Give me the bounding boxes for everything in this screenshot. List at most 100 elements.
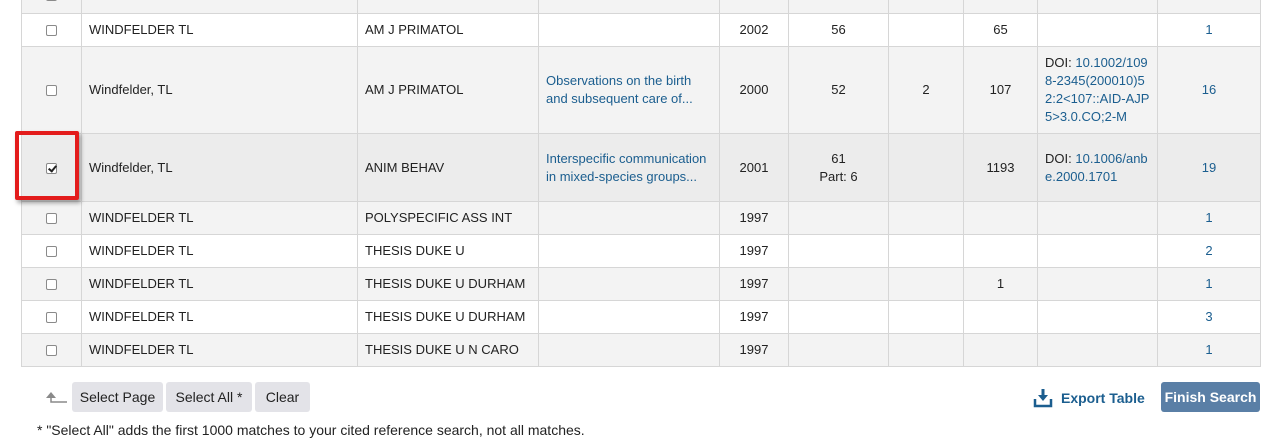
page-cell	[963, 333, 1038, 367]
page-cell	[963, 234, 1038, 268]
year-cell: 2000	[719, 46, 789, 134]
title-link[interactable]: Interspecific communication in mixed-spe…	[546, 151, 706, 184]
row-checkbox[interactable]	[46, 85, 57, 97]
part: Part: 6	[819, 168, 858, 184]
cited-author-cell	[81, 0, 358, 14]
cited-work: THESIS DUKE U	[365, 243, 465, 258]
cited-work-cell: AM J PRIMATOL	[357, 46, 539, 134]
cited-author: WINDFELDER TL	[89, 309, 194, 324]
page: 107	[989, 82, 1012, 97]
row-select-cell	[21, 13, 82, 47]
issue-cell	[888, 13, 964, 47]
volume-cell	[788, 201, 889, 235]
issue-cell	[888, 267, 964, 301]
row-checkbox[interactable]	[46, 213, 57, 225]
year-cell: 1997	[719, 201, 789, 235]
identifier-cell	[1037, 234, 1158, 268]
year: 2002	[739, 22, 769, 37]
page-cell	[963, 0, 1038, 14]
table-row: WINDFELDER TL THESIS DUKE U DURHAM 1997 1 1	[21, 267, 1261, 301]
title-cell	[538, 234, 720, 268]
issue-cell	[888, 201, 964, 235]
citing-articles-link[interactable]: 16	[1202, 82, 1216, 97]
page: 1	[996, 276, 1005, 291]
cited-author-cell: WINDFELDER TL	[81, 201, 358, 235]
row-select-cell	[21, 267, 82, 301]
issue-cell: 2	[888, 46, 964, 134]
cited-author-cell: WINDFELDER TL	[81, 267, 358, 301]
cited-work: AM J PRIMATOL	[365, 82, 464, 97]
select-page-button[interactable]: Select Page	[72, 382, 163, 412]
citing-articles-link[interactable]: 1	[1205, 210, 1212, 225]
identifier-cell	[1037, 300, 1158, 334]
finish-search-button[interactable]: Finish Search	[1161, 382, 1260, 412]
clear-button[interactable]: Clear	[255, 382, 310, 412]
title-cell	[538, 333, 720, 367]
back-up-arrow-icon[interactable]	[42, 390, 68, 406]
page: 65	[993, 22, 1008, 37]
citing-articles-link[interactable]: 3	[1205, 309, 1212, 324]
title-cell	[538, 300, 720, 334]
row-select-cell	[21, 0, 82, 14]
year-cell	[719, 0, 789, 14]
citing-articles-cell: 1	[1157, 13, 1261, 47]
table-row: WINDFELDER TL POLYSPECIFIC ASS INT 1997 1	[21, 201, 1261, 235]
cited-work-cell: AM J PRIMATOL	[357, 13, 539, 47]
citing-articles-cell	[1157, 0, 1261, 14]
title-cell	[538, 0, 720, 14]
cited-work-cell: POLYSPECIFIC ASS INT	[357, 201, 539, 235]
citing-articles-cell: 16	[1157, 46, 1261, 134]
row-checkbox[interactable]	[46, 312, 57, 324]
citing-articles-cell: 2	[1157, 234, 1261, 268]
title-cell: Observations on the birth and subsequent…	[538, 46, 720, 134]
volume-cell	[788, 234, 889, 268]
page-cell: 1	[963, 267, 1038, 301]
year-cell: 1997	[719, 300, 789, 334]
cited-work: AM J PRIMATOL	[365, 22, 464, 37]
volume: 61	[831, 150, 846, 166]
year-cell: 2002	[719, 13, 789, 47]
row-checkbox[interactable]	[46, 345, 57, 357]
citing-articles-link[interactable]: 1	[1205, 276, 1212, 291]
row-checkbox[interactable]	[46, 162, 57, 174]
volume-cell: 61 Part: 6	[788, 133, 889, 202]
row-select-cell	[21, 333, 82, 367]
page: 1193	[986, 159, 1015, 175]
table-footer: Select Page Select All * Clear Export Ta…	[0, 382, 1276, 412]
identifier-cell	[1037, 201, 1158, 235]
cited-work-cell: Monkeys	[357, 0, 539, 14]
cited-author-cell: WINDFELDER TL	[81, 13, 358, 47]
table-row: Monkeys	[21, 0, 1261, 14]
citing-articles-link[interactable]: 1	[1205, 342, 1212, 357]
cited-work: ANIM BEHAV	[365, 159, 445, 175]
cited-author: Windfelder, TL	[89, 159, 173, 175]
cited-author: WINDFELDER TL	[89, 22, 194, 37]
volume-cell: 52	[788, 46, 889, 134]
row-checkbox[interactable]	[46, 246, 57, 258]
page-cell	[963, 300, 1038, 334]
year: 1997	[739, 210, 769, 225]
title-link[interactable]: Observations on the birth and subsequent…	[546, 73, 693, 106]
title-cell	[538, 201, 720, 235]
table-row: WINDFELDER TL THESIS DUKE U 1997 2	[21, 234, 1261, 268]
year: 1997	[739, 309, 769, 324]
title-cell: Interspecific communication in mixed-spe…	[538, 133, 720, 202]
issue-cell	[888, 133, 964, 202]
cited-author-cell: WINDFELDER TL	[81, 300, 358, 334]
export-table-button[interactable]: Export Table	[1033, 384, 1145, 412]
citing-articles-link[interactable]: 2	[1205, 243, 1212, 258]
issue-cell	[888, 333, 964, 367]
table-row: WINDFELDER TL THESIS DUKE U DURHAM 1997 3	[21, 300, 1261, 334]
cited-author-cell: Windfelder, TL	[81, 133, 358, 202]
doi-label: DOI:	[1045, 55, 1072, 70]
row-checkbox[interactable]	[46, 25, 57, 37]
cited-author: Windfelder, TL	[89, 82, 173, 97]
select-all-button[interactable]: Select All *	[166, 382, 252, 412]
citing-articles-link[interactable]: 19	[1202, 160, 1216, 175]
row-checkbox[interactable]	[46, 0, 57, 2]
row-checkbox[interactable]	[46, 279, 57, 291]
citing-articles-link[interactable]: 1	[1205, 22, 1212, 37]
title-cell	[538, 13, 720, 47]
cited-author: WINDFELDER TL	[89, 210, 194, 225]
select-all-footnote: * "Select All" adds the first 1000 match…	[37, 422, 585, 438]
